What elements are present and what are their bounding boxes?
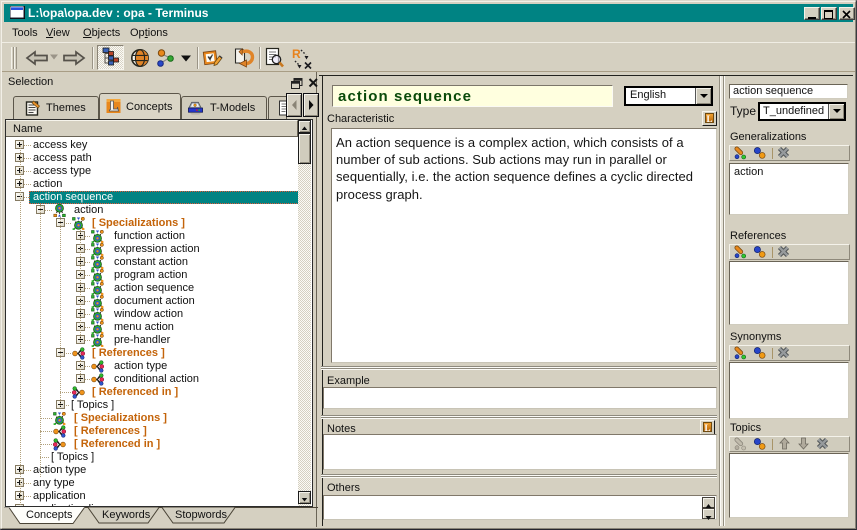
svg-text:R: R [292,47,301,61]
